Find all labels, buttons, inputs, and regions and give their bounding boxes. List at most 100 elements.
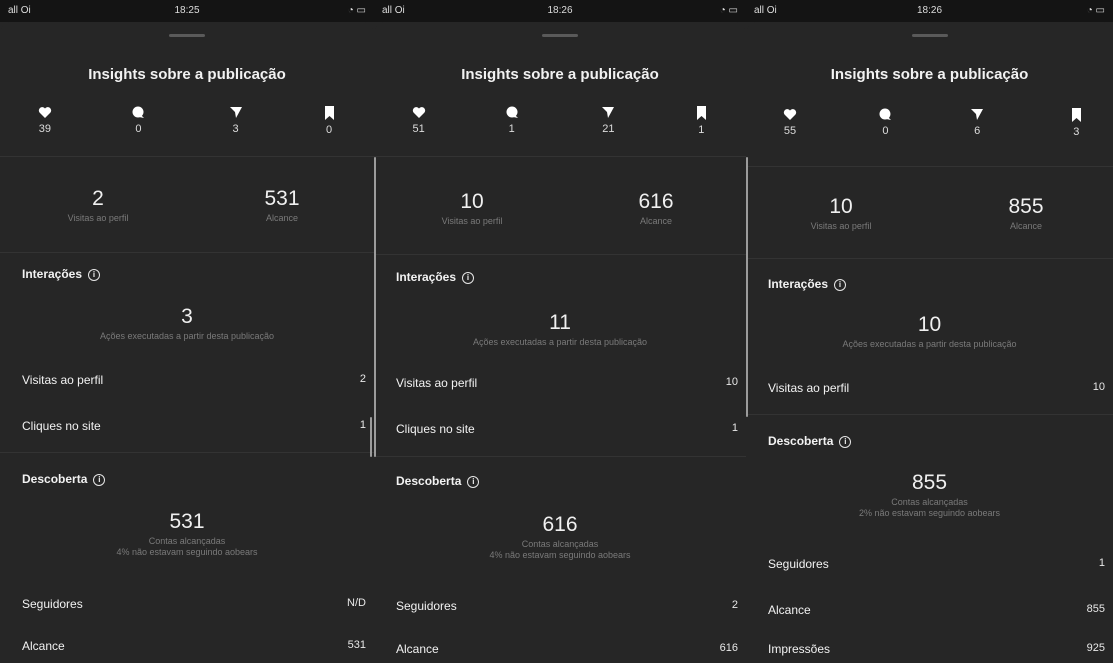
interactions-label: Ações executadas a partir desta publicaç… (99, 331, 275, 341)
row-value: 2 (731, 599, 738, 611)
discovery-summary: 855 Contas alcançadas 2% não estavam seg… (746, 471, 1113, 518)
saves-stat: 1 (681, 106, 721, 136)
profile-visits-label: Visitas ao perfil (810, 221, 872, 231)
heart-icon (783, 109, 797, 120)
shares-count: 6 (974, 125, 981, 137)
interactions-value: 10 (917, 313, 942, 336)
profile-visits-value: 2 (92, 187, 104, 210)
shares-stat: 3 (216, 106, 256, 135)
divider (0, 452, 374, 453)
discovery-summary: 531 Contas alcançadas 4% não estavam seg… (0, 510, 374, 557)
comments-stat: 0 (865, 108, 905, 137)
share-icon (971, 109, 984, 120)
info-icon[interactable]: i (93, 473, 106, 486)
interactions-label: Ações executadas a partir desta publicaç… (842, 339, 1017, 349)
profile-visits-value: 10 (460, 190, 484, 213)
reach-label: Alcance (1009, 221, 1043, 231)
status-bar: all Oi 18:26 ◔ ▭ (746, 0, 1113, 22)
row-value: 1 (359, 419, 366, 431)
shares-count: 3 (232, 123, 239, 135)
non-followers-label: 4% não estavam seguindo aobears (116, 547, 258, 557)
discovery-row-impressions: Impressões 925 (768, 642, 1105, 656)
info-icon[interactable]: i (467, 475, 480, 488)
engagement-icons: 55 0 6 3 (746, 108, 1113, 158)
likes-stat: 39 (25, 106, 65, 135)
saves-stat: 3 (1056, 108, 1096, 138)
scrollbar[interactable] (746, 157, 748, 417)
likes-count: 55 (783, 125, 797, 137)
reach-value: 531 (264, 187, 300, 210)
discovery-row-reach: Alcance 855 (768, 603, 1105, 617)
status-time: 18:25 (174, 5, 200, 16)
row-label: Seguidores (22, 597, 83, 611)
scrollbar[interactable] (370, 417, 372, 457)
discovery-heading: Descoberta i (396, 474, 480, 488)
scrollbar[interactable] (374, 157, 376, 457)
divider (374, 456, 746, 457)
row-label: Visitas ao perfil (396, 376, 478, 390)
sheet-drag-handle[interactable] (542, 34, 578, 37)
row-value: 2 (359, 373, 366, 385)
interaction-row-profile-visits: Visitas ao perfil 10 (768, 381, 1105, 395)
discovery-value: 531 (169, 510, 205, 533)
row-value: 531 (347, 639, 366, 651)
discovery-row-reach: Alcance 616 (396, 642, 738, 656)
profile-visits-summary: 10 Visitas ao perfil (761, 195, 921, 231)
shares-stat: 6 (957, 108, 997, 137)
profile-visits-summary: 10 Visitas ao perfil (392, 190, 552, 226)
share-icon (602, 107, 615, 118)
divider (0, 252, 374, 253)
likes-count: 39 (38, 123, 51, 135)
profile-visits-label: Visitas ao perfil (67, 213, 129, 223)
battery-icon: ◔ ▭ (1086, 5, 1105, 16)
info-icon[interactable]: i (88, 268, 101, 281)
saves-count: 0 (326, 124, 333, 136)
row-value: N/D (347, 597, 366, 609)
row-value: 1 (731, 422, 738, 434)
divider (746, 414, 1113, 415)
bottom-sheet: Insights sobre a publicação 39 0 3 0 2 V… (0, 22, 374, 663)
divider (746, 258, 1113, 259)
status-bar: all Oi 18:26 ◔ ▭ (374, 0, 746, 22)
interactions-summary: 10 Ações executadas a partir desta publi… (746, 313, 1113, 349)
discovery-row-reach: Alcance 531 (22, 639, 366, 653)
discovery-row-followers: Seguidores 1 (768, 557, 1105, 571)
discovery-title: Descoberta (22, 472, 88, 486)
saves-count: 3 (1073, 126, 1080, 138)
comment-icon (132, 106, 145, 118)
interactions-title: Interações (396, 270, 457, 284)
row-label: Alcance (22, 639, 65, 653)
sheet-drag-handle[interactable] (911, 34, 948, 37)
discovery-value: 616 (542, 513, 578, 536)
interaction-row-site-clicks: Cliques no site 1 (396, 422, 738, 436)
saves-count: 1 (698, 124, 705, 136)
bookmark-icon (324, 106, 334, 120)
interactions-label: Ações executadas a partir desta publicaç… (472, 337, 648, 347)
info-icon[interactable]: i (834, 278, 847, 291)
row-label: Seguidores (396, 599, 457, 613)
insights-panel-2: all Oi 18:26 ◔ ▭ Insights sobre a public… (374, 0, 746, 663)
page-title: Insights sobre a publicação (461, 66, 659, 83)
discovery-value: 855 (911, 471, 948, 494)
row-value: 855 (1086, 603, 1105, 615)
row-label: Visitas ao perfil (768, 381, 850, 395)
row-value: 616 (719, 642, 738, 654)
reach-label: Alcance (265, 213, 299, 223)
sheet-drag-handle[interactable] (169, 34, 205, 37)
page-title: Insights sobre a publicação (830, 66, 1029, 83)
row-value: 10 (1092, 381, 1105, 393)
discovery-heading: Descoberta i (22, 472, 106, 486)
discovery-title: Descoberta (768, 434, 834, 448)
engagement-icons: 51 1 21 1 (374, 106, 746, 156)
comments-stat: 1 (492, 106, 532, 135)
comments-count: 0 (135, 123, 142, 135)
row-label: Impressões (768, 642, 831, 656)
info-icon[interactable]: i (839, 435, 852, 448)
profile-visits-value: 10 (829, 195, 853, 218)
reach-value: 855 (1008, 195, 1044, 218)
info-icon[interactable]: i (462, 271, 475, 284)
discovery-heading: Descoberta i (768, 434, 852, 448)
row-value: 10 (725, 376, 738, 388)
discovery-row-followers: Seguidores 2 (396, 599, 738, 613)
bottom-sheet: Insights sobre a publicação 55 0 6 3 10 … (746, 22, 1113, 663)
